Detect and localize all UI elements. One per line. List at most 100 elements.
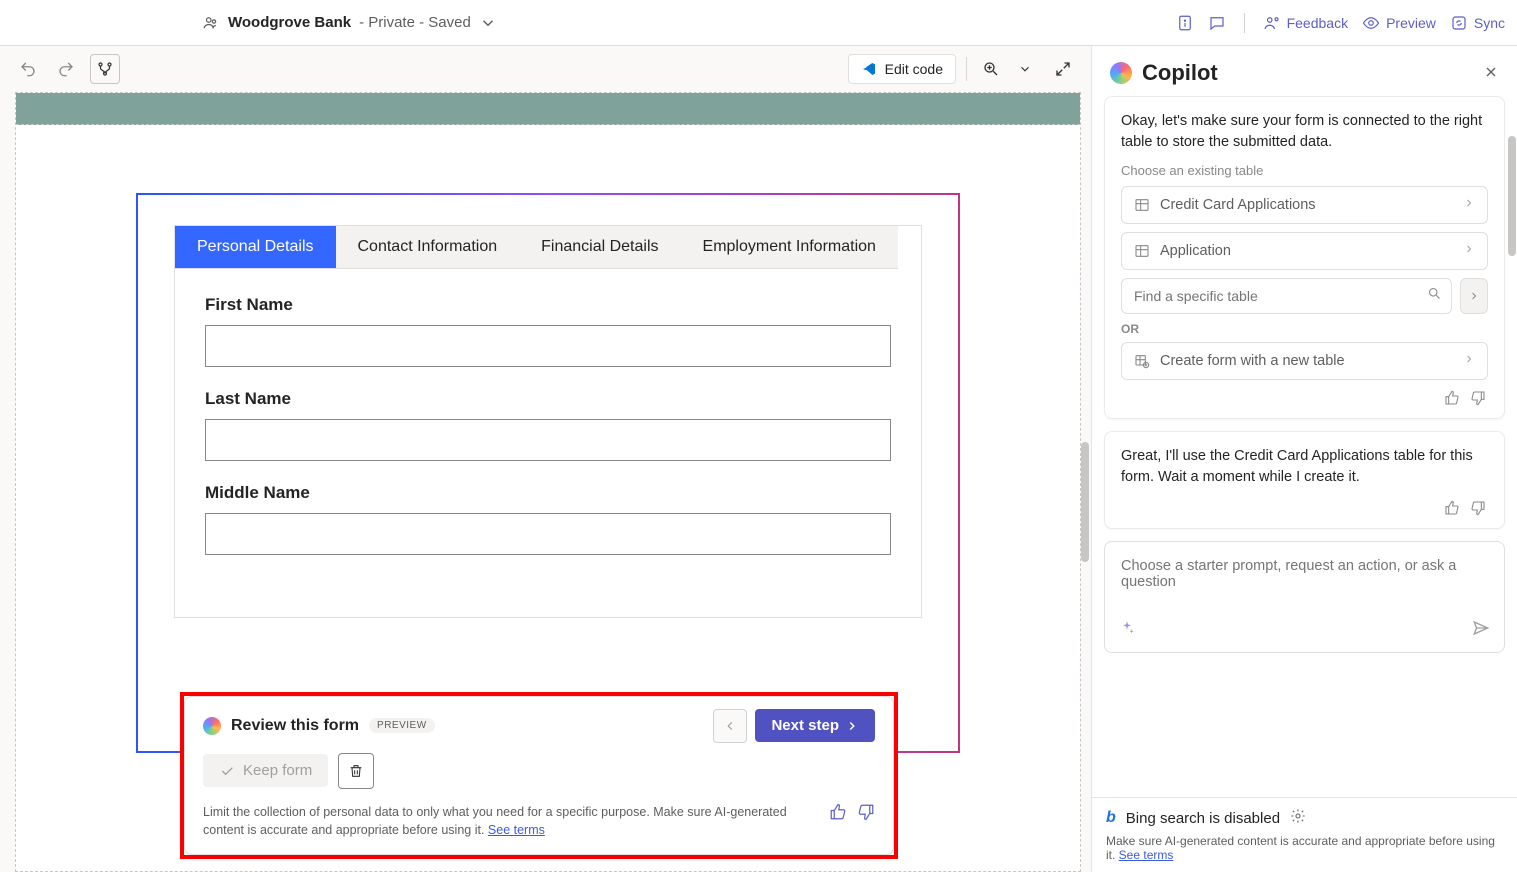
table-option-label: Application [1160, 243, 1231, 259]
scrollbar-thumb[interactable] [1508, 136, 1516, 256]
form-card[interactable]: Personal Details Contact Information Fin… [136, 193, 960, 753]
tab-contact-info[interactable]: Contact Information [336, 226, 520, 269]
last-name-label: Last Name [205, 389, 891, 409]
canvas-area: Personal Details Contact Information Fin… [0, 92, 1091, 872]
copilot-input-box [1104, 541, 1505, 653]
create-new-table-option[interactable]: Create form with a new table [1121, 342, 1488, 380]
table-option-application[interactable]: Application [1121, 232, 1488, 270]
thumbs-down-icon[interactable] [857, 803, 875, 827]
document-title-group[interactable]: Woodgrove Bank - Private - Saved [202, 14, 497, 32]
feedback-label: Feedback [1287, 15, 1348, 31]
sync-button[interactable]: Sync [1450, 14, 1505, 32]
first-name-input[interactable] [205, 325, 891, 367]
comments-icon[interactable] [1208, 14, 1226, 32]
review-disclaimer: Limit the collection of personal data to… [203, 803, 819, 841]
or-label: OR [1121, 322, 1488, 336]
copilot-message-1: Okay, let's make sure your form is conne… [1104, 96, 1505, 419]
separator [1244, 13, 1245, 33]
close-icon[interactable] [1483, 60, 1499, 86]
zoom-icon[interactable] [977, 55, 1005, 83]
see-terms-link[interactable]: See terms [488, 823, 545, 837]
undo-button[interactable] [14, 55, 42, 83]
copilot-msg2-text: Great, I'll use the Credit Card Applicat… [1121, 446, 1488, 488]
create-table-label: Create form with a new table [1160, 353, 1345, 369]
canvas-column: Edit code [0, 46, 1091, 872]
middle-name-label: Middle Name [205, 483, 891, 503]
keep-form-button[interactable]: Keep form [203, 754, 328, 787]
edit-code-button[interactable]: Edit code [848, 54, 956, 84]
site-name: Woodgrove Bank [228, 14, 351, 31]
chevron-right-icon [1463, 243, 1475, 259]
send-icon[interactable] [1472, 619, 1490, 642]
thumbs-down-icon[interactable] [1470, 390, 1486, 410]
chevron-right-icon [1463, 197, 1475, 213]
preview-button[interactable]: Preview [1362, 14, 1436, 32]
footer-see-terms-link[interactable]: See terms [1119, 848, 1174, 862]
sync-label: Sync [1474, 15, 1505, 31]
thumbs-down-icon[interactable] [1470, 500, 1486, 520]
people-icon [202, 14, 220, 32]
copilot-prompt-input[interactable] [1119, 556, 1490, 610]
redo-button[interactable] [52, 55, 80, 83]
tab-financial[interactable]: Financial Details [519, 226, 680, 269]
preview-badge: PREVIEW [369, 718, 435, 733]
page-banner [16, 93, 1080, 125]
copilot-icon [203, 717, 221, 735]
edit-code-label: Edit code [885, 61, 943, 77]
branch-icon[interactable] [90, 54, 120, 84]
tab-personal-details[interactable]: Personal Details [175, 226, 336, 269]
search-submit-button[interactable] [1460, 278, 1488, 314]
review-title: Review this form [231, 717, 359, 735]
table-plus-icon [1134, 353, 1150, 369]
app-header: Woodgrove Bank - Private - Saved Feedbac… [0, 0, 1517, 46]
table-icon [1134, 197, 1150, 213]
last-name-input[interactable] [205, 419, 891, 461]
thumbs-up-icon[interactable] [829, 803, 847, 827]
feedback-button[interactable]: Feedback [1263, 14, 1348, 32]
doc-state: - Private - Saved [359, 14, 471, 31]
prev-step-button[interactable] [713, 709, 747, 743]
first-name-label: First Name [205, 295, 891, 315]
next-step-button[interactable]: Next step [755, 709, 875, 742]
header-actions: Feedback Preview Sync [1162, 13, 1505, 33]
choose-table-label: Choose an existing table [1121, 163, 1488, 178]
copilot-message-2: Great, I'll use the Credit Card Applicat… [1104, 431, 1505, 529]
form-tabs: Personal Details Contact Information Fin… [174, 225, 922, 269]
sparkle-icon[interactable] [1119, 620, 1135, 641]
middle-name-input[interactable] [205, 513, 891, 555]
copilot-panel: Copilot Okay, let's make sure your form … [1091, 46, 1517, 872]
thumbs-up-icon[interactable] [1444, 500, 1460, 520]
copilot-msg1-text: Okay, let's make sure your form is conne… [1121, 111, 1488, 153]
chevron-down-icon[interactable] [479, 14, 497, 32]
copilot-title: Copilot [1142, 60, 1218, 86]
info-icon[interactable] [1176, 14, 1194, 32]
separator [966, 57, 967, 81]
search-icon [1427, 286, 1442, 306]
tab-panel: First Name Last Name Middle Name [174, 269, 922, 618]
scrollbar-thumb[interactable] [1081, 442, 1089, 562]
canvas-toolbar: Edit code [0, 46, 1091, 92]
preview-label: Preview [1386, 15, 1436, 31]
copilot-scroll[interactable]: Okay, let's make sure your form is conne… [1092, 96, 1517, 797]
zoom-chevron-icon[interactable] [1011, 55, 1039, 83]
keep-form-label: Keep form [243, 762, 312, 779]
copilot-footer-disclaimer: Make sure AI-generated content is accura… [1106, 834, 1495, 862]
bing-status: Bing search is disabled [1126, 810, 1280, 827]
review-card: Review this form PREVIEW Next step [184, 696, 894, 856]
table-icon [1134, 243, 1150, 259]
chevron-right-icon [1463, 353, 1475, 369]
field-last-name: Last Name [205, 389, 891, 461]
tab-employment[interactable]: Employment Information [681, 226, 898, 269]
gear-icon[interactable] [1290, 808, 1306, 828]
expand-icon[interactable] [1049, 55, 1077, 83]
thumbs-up-icon[interactable] [1444, 390, 1460, 410]
table-option-credit-card[interactable]: Credit Card Applications [1121, 186, 1488, 224]
bing-icon: b [1106, 809, 1116, 827]
delete-form-button[interactable] [338, 753, 374, 789]
table-option-label: Credit Card Applications [1160, 197, 1316, 213]
next-step-label: Next step [771, 717, 839, 734]
find-table-input[interactable] [1121, 278, 1452, 314]
field-middle-name: Middle Name [205, 483, 891, 555]
copilot-icon [1110, 62, 1132, 84]
copilot-footer: b Bing search is disabled Make sure AI-g… [1092, 797, 1517, 872]
